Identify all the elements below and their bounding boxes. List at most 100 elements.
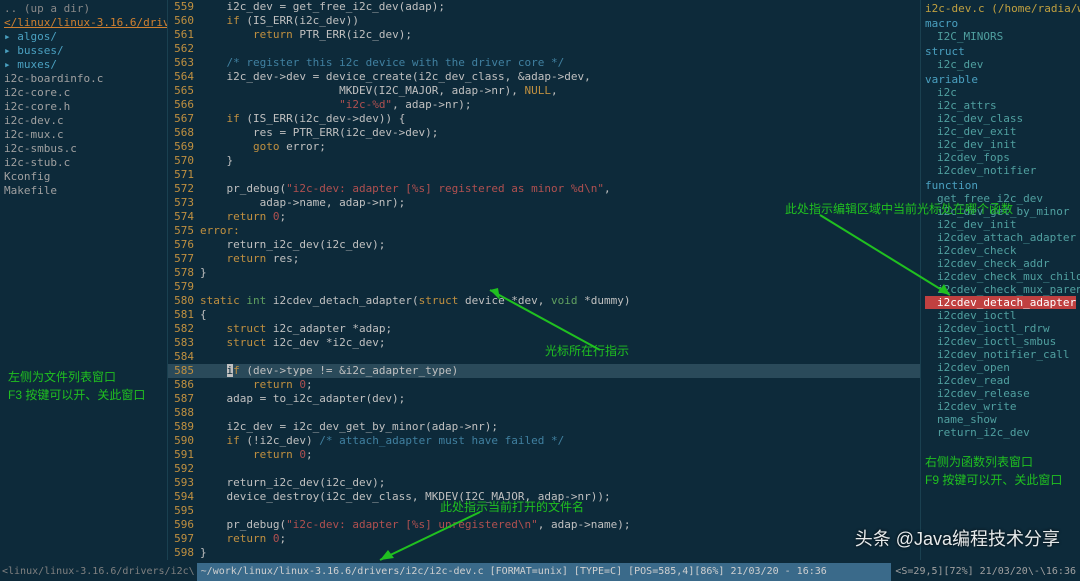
taglist-item[interactable]: get_free_i2c_dev bbox=[925, 192, 1076, 205]
code-line[interactable]: 565 MKDEV(I2C_MAJOR, adap->nr), NULL, bbox=[168, 84, 920, 98]
tree-item[interactable]: i2c-boardinfo.c bbox=[4, 72, 163, 86]
file-tree-pane[interactable]: .. (up a dir) </linux/linux-3.16.6/drive… bbox=[0, 0, 168, 560]
taglist-item[interactable]: i2cdev_check_addr bbox=[925, 257, 1076, 270]
tree-item[interactable]: i2c-core.c bbox=[4, 86, 163, 100]
status-path-left: <linux/linux-3.16.6/drivers/i2c\ bbox=[0, 563, 197, 581]
taglist-item[interactable]: i2c_dev_class bbox=[925, 112, 1076, 125]
code-line[interactable]: 593 return_i2c_dev(i2c_dev); bbox=[168, 476, 920, 490]
code-line[interactable]: 580static int i2cdev_detach_adapter(stru… bbox=[168, 294, 920, 308]
taglist-item[interactable]: i2cdev_check_mux_parents bbox=[925, 283, 1076, 296]
code-line[interactable]: 572 pr_debug("i2c-dev: adapter [%s] regi… bbox=[168, 182, 920, 196]
code-line[interactable]: 566 "i2c-%d", adap->nr); bbox=[168, 98, 920, 112]
tree-item[interactable]: Kconfig bbox=[4, 170, 163, 184]
tree-item[interactable]: i2c-core.h bbox=[4, 100, 163, 114]
code-text: if (IS_ERR(i2c_dev)) bbox=[200, 14, 920, 28]
taglist-item[interactable]: i2c_dev_init bbox=[925, 218, 1076, 231]
tree-item[interactable]: i2c-mux.c bbox=[4, 128, 163, 142]
taglist-item[interactable]: i2cdev_write bbox=[925, 400, 1076, 413]
code-line[interactable]: 577 return res; bbox=[168, 252, 920, 266]
taglist-item[interactable]: i2cdev_attach_adapter bbox=[925, 231, 1076, 244]
tree-item[interactable]: ▸ algos/ bbox=[4, 30, 163, 44]
code-line[interactable]: 586 return 0; bbox=[168, 378, 920, 392]
taglist-item[interactable]: name_show bbox=[925, 413, 1076, 426]
code-line[interactable]: 574 return 0; bbox=[168, 210, 920, 224]
code-line[interactable]: 567 if (IS_ERR(i2c_dev->dev)) { bbox=[168, 112, 920, 126]
line-number: 568 bbox=[168, 126, 200, 140]
code-line[interactable]: 569 goto error; bbox=[168, 140, 920, 154]
code-line[interactable]: 594 device_destroy(i2c_dev_class, MKDEV(… bbox=[168, 490, 920, 504]
code-line[interactable]: 559 i2c_dev = get_free_i2c_dev(adap); bbox=[168, 0, 920, 14]
code-line[interactable]: 587 adap = to_i2c_adapter(dev); bbox=[168, 392, 920, 406]
taglist-item[interactable]: i2cdev_fops bbox=[925, 151, 1076, 164]
code-line[interactable]: 591 return 0; bbox=[168, 448, 920, 462]
code-line[interactable]: 560 if (IS_ERR(i2c_dev)) bbox=[168, 14, 920, 28]
code-line[interactable]: 562 bbox=[168, 42, 920, 56]
taglist-item[interactable]: i2cdev_ioctl bbox=[925, 309, 1076, 322]
code-line[interactable]: 595 bbox=[168, 504, 920, 518]
line-number: 579 bbox=[168, 280, 200, 294]
code-line[interactable]: 583 struct i2c_dev *i2c_dev; bbox=[168, 336, 920, 350]
taglist-group[interactable]: function bbox=[925, 179, 1076, 192]
code-line[interactable]: 584 bbox=[168, 350, 920, 364]
code-text: "i2c-%d", adap->nr); bbox=[200, 98, 920, 112]
taglist-item[interactable]: i2cdev_notifier bbox=[925, 164, 1076, 177]
taglist-group[interactable]: variable bbox=[925, 73, 1076, 86]
code-line[interactable]: 589 i2c_dev = i2c_dev_get_by_minor(adap-… bbox=[168, 420, 920, 434]
code-line[interactable]: 568 res = PTR_ERR(i2c_dev->dev); bbox=[168, 126, 920, 140]
taglist-item[interactable]: i2cdev_notifier_call bbox=[925, 348, 1076, 361]
code-line[interactable]: 579 bbox=[168, 280, 920, 294]
editor-pane[interactable]: 559 i2c_dev = get_free_i2c_dev(adap);560… bbox=[168, 0, 920, 560]
taglist-item[interactable]: i2cdev_detach_adapter bbox=[925, 296, 1076, 309]
code-line[interactable]: 582 struct i2c_adapter *adap; bbox=[168, 322, 920, 336]
code-line[interactable]: 592 bbox=[168, 462, 920, 476]
taglist-pane[interactable]: i2c-dev.c (/home/radia/work/l macroI2C_M… bbox=[920, 0, 1080, 560]
taglist-item[interactable]: i2cdev_check bbox=[925, 244, 1076, 257]
tree-item[interactable]: i2c-stub.c bbox=[4, 156, 163, 170]
code-line[interactable]: 570 } bbox=[168, 154, 920, 168]
taglist-item[interactable]: i2c_dev bbox=[925, 58, 1076, 71]
taglist-item[interactable]: i2cdev_release bbox=[925, 387, 1076, 400]
code-line[interactable]: 576 return_i2c_dev(i2c_dev); bbox=[168, 238, 920, 252]
code-line[interactable]: 564 i2c_dev->dev = device_create(i2c_dev… bbox=[168, 70, 920, 84]
taglist-group[interactable]: struct bbox=[925, 45, 1076, 58]
tree-item[interactable]: ▸ busses/ bbox=[4, 44, 163, 58]
taglist-item[interactable]: i2cdev_read bbox=[925, 374, 1076, 387]
taglist-item[interactable]: return_i2c_dev bbox=[925, 426, 1076, 439]
code-line[interactable]: 598} bbox=[168, 546, 920, 560]
taglist-item[interactable]: i2c_dev_get_by_minor bbox=[925, 205, 1076, 218]
taglist-item[interactable]: i2cdev_ioctl_rdrw bbox=[925, 322, 1076, 335]
taglist-group[interactable]: macro bbox=[925, 17, 1076, 30]
code-line[interactable]: 575error: bbox=[168, 224, 920, 238]
code-line[interactable]: 588 bbox=[168, 406, 920, 420]
code-line[interactable]: 597 return 0; bbox=[168, 532, 920, 546]
taglist-item[interactable]: i2cdev_open bbox=[925, 361, 1076, 374]
code-line[interactable]: 563 /* register this i2c device with the… bbox=[168, 56, 920, 70]
up-dir[interactable]: .. (up a dir) bbox=[4, 2, 163, 16]
tree-item[interactable]: i2c-dev.c bbox=[4, 114, 163, 128]
taglist-item[interactable]: i2c_dev_exit bbox=[925, 125, 1076, 138]
tree-item[interactable]: i2c-smbus.c bbox=[4, 142, 163, 156]
code-text: error: bbox=[200, 224, 920, 238]
taglist-item[interactable]: i2c_attrs bbox=[925, 99, 1076, 112]
taglist-item[interactable]: I2C_MINORS bbox=[925, 30, 1076, 43]
code-line[interactable]: 571 bbox=[168, 168, 920, 182]
taglist-item[interactable]: i2cdev_ioctl_smbus bbox=[925, 335, 1076, 348]
code-line[interactable]: 573 adap->name, adap->nr); bbox=[168, 196, 920, 210]
line-number: 587 bbox=[168, 392, 200, 406]
taglist-item[interactable]: i2c bbox=[925, 86, 1076, 99]
code-line[interactable]: 585 if (dev->type != &i2c_adapter_type) bbox=[168, 364, 920, 378]
line-number: 594 bbox=[168, 490, 200, 504]
code-line[interactable]: 561 return PTR_ERR(i2c_dev); bbox=[168, 28, 920, 42]
code-line[interactable]: 578} bbox=[168, 266, 920, 280]
tree-root[interactable]: </linux/linux-3.16.6/drivers/i2c/ bbox=[4, 16, 163, 30]
taglist-item[interactable]: i2cdev_check_mux_children bbox=[925, 270, 1076, 283]
tree-item[interactable]: Makefile bbox=[4, 184, 163, 198]
tree-item[interactable]: ▸ muxes/ bbox=[4, 58, 163, 72]
status-right: <S=29,5][72%] 21/03/20\-\16:36 bbox=[891, 563, 1080, 581]
code-line[interactable]: 590 if (!i2c_dev) /* attach_adapter must… bbox=[168, 434, 920, 448]
line-number: 593 bbox=[168, 476, 200, 490]
taglist-item[interactable]: i2c_dev_init bbox=[925, 138, 1076, 151]
code-line[interactable]: 581{ bbox=[168, 308, 920, 322]
code-text: adap = to_i2c_adapter(dev); bbox=[200, 392, 920, 406]
code-line[interactable]: 596 pr_debug("i2c-dev: adapter [%s] unre… bbox=[168, 518, 920, 532]
